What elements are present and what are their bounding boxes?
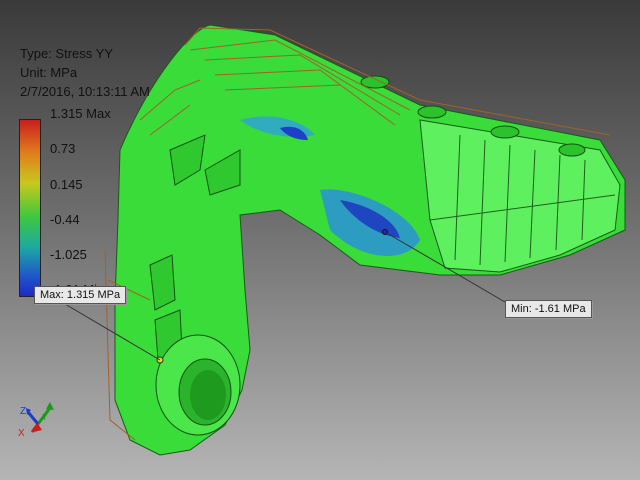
scale-label-4: -0.44 — [50, 212, 80, 227]
3d-viewport[interactable]: Type: Stress YY Unit: MPa 2/7/2016, 10:1… — [0, 0, 640, 480]
axis-z-label: Z — [20, 406, 26, 417]
max-callout[interactable]: Max: 1.315 MPa — [34, 286, 127, 304]
axis-triad: Z X Y — [18, 402, 54, 439]
scale-label-5: -1.025 — [50, 247, 87, 262]
result-type: Type: Stress YY — [20, 46, 113, 61]
scale-label-3: 0.145 — [50, 177, 83, 192]
pivot-boss — [155, 334, 241, 436]
axis-x-label: X — [18, 428, 25, 439]
color-scale-bar — [19, 119, 41, 297]
scale-label-2: 0.73 — [50, 141, 76, 156]
scale-label-max: 1.315 Max — [50, 106, 111, 121]
axis-y-label: Y — [42, 413, 48, 422]
result-datetime: 2/7/2016, 10:13:11 AM — [20, 84, 150, 99]
result-unit: Unit: MPa — [20, 65, 78, 80]
result-info: Type: Stress YY Unit: MPa 2/7/2016, 10:1… — [20, 44, 150, 101]
min-callout[interactable]: Min: -1.61 MPa — [505, 300, 592, 318]
